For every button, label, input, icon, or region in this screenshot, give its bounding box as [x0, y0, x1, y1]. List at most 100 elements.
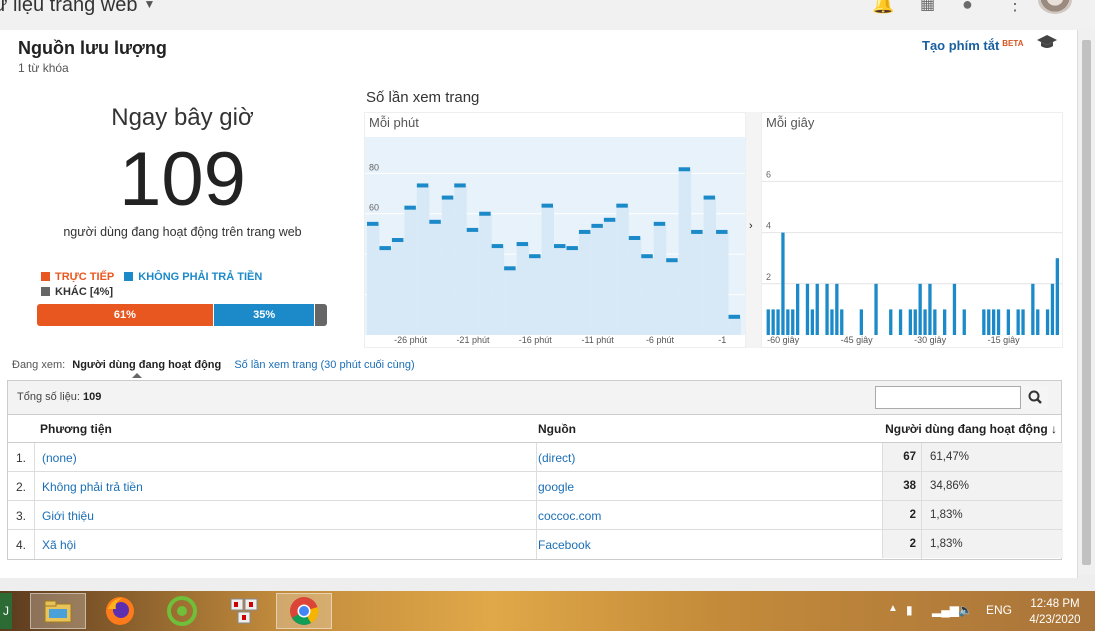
area-segment — [454, 185, 467, 335]
header-source[interactable]: Nguồn — [538, 422, 576, 436]
battery-icon[interactable]: ▮ — [906, 603, 913, 617]
firefox-icon[interactable] — [92, 593, 148, 629]
source-link[interactable]: google — [538, 480, 574, 494]
column-separator — [34, 530, 35, 559]
medium-link[interactable]: (none) — [42, 451, 77, 465]
data-point — [391, 238, 404, 243]
table-row: 1. (none) (direct) 67 61,47% — [8, 443, 1063, 472]
volume-icon[interactable]: 🔈 — [958, 603, 973, 617]
source-link[interactable]: Facebook — [538, 538, 591, 552]
column-separator — [34, 472, 35, 500]
search-input[interactable] — [876, 387, 1019, 408]
area-segment — [628, 237, 642, 335]
per-minute-chart: 20406080-26 phút-21 phút-16 phút-11 phút… — [364, 112, 746, 348]
legend-item-direct: TRỰC TIẾP — [41, 270, 114, 285]
table-row: 3. Giới thiệu coccoc.com 2 1,83% — [8, 501, 1063, 530]
bar — [825, 283, 829, 335]
unikey-icon[interactable] — [216, 593, 272, 629]
view-switcher: Đang xem: Người dùng đang hoạt động Số l… — [12, 359, 415, 371]
file-explorer-icon[interactable] — [30, 593, 86, 629]
property-selector[interactable]: ữ liệu trang web ▼ — [0, 0, 155, 17]
more-vert-icon[interactable]: ⋮ — [1006, 0, 1024, 15]
data-point — [591, 223, 603, 228]
page-scrollbar[interactable] — [1078, 30, 1095, 575]
bar — [1045, 309, 1050, 335]
column-separator — [921, 530, 922, 559]
total-value: 109 — [83, 391, 102, 403]
coccoc-icon[interactable] — [154, 593, 210, 629]
language-indicator[interactable]: ENG — [986, 603, 1012, 617]
page-subtitle: 1 từ khóa — [18, 61, 69, 75]
bar — [982, 309, 986, 335]
area-segment — [429, 221, 442, 335]
data-point — [666, 258, 678, 263]
data-point — [691, 229, 703, 234]
graduation-cap-icon[interactable] — [1036, 34, 1058, 50]
per-minute-label: Mỗi phút — [369, 115, 419, 130]
search-button[interactable] — [1020, 386, 1048, 409]
source-link[interactable]: (direct) — [538, 451, 575, 465]
medium-link[interactable]: Xã hội — [42, 538, 76, 552]
active-users-percent: 1,83% — [930, 538, 963, 550]
area-segment — [379, 248, 392, 335]
area-segment — [566, 248, 579, 335]
total-label: Tổng số liệu: — [17, 391, 80, 403]
data-point — [616, 203, 628, 208]
beta-badge: BETA — [1002, 39, 1024, 48]
avatar[interactable] — [1038, 0, 1072, 14]
scrollbar-thumb[interactable] — [1082, 40, 1091, 565]
taskbar-clock[interactable]: 12:48 PM 4/23/2020 — [1020, 596, 1090, 628]
source-link[interactable]: coccoc.com — [538, 509, 601, 523]
bar — [781, 232, 785, 335]
now-label: Ngay bây giờ — [111, 104, 254, 131]
split-legend: TRỰC TIẾP KHÔNG PHẢI TRẢ TIỀN KHÁC [4%] — [41, 270, 331, 300]
table-body: 1. (none) (direct) 67 61,47% 2. Không phải trả… — [8, 443, 1063, 559]
per-minute-chart-svg: 20406080-26 phút-21 phút-16 phút-11 phút… — [365, 137, 745, 345]
show-hidden-icons-icon[interactable]: ▲ — [888, 603, 898, 614]
active-users-description: người dùng đang hoạt động trên trang web — [63, 225, 302, 239]
tab-pageviews[interactable]: Số lần xem trang (30 phút cuối cùng) — [234, 359, 414, 371]
header-medium[interactable]: Phương tiện — [40, 422, 112, 436]
sources-table: Tổng số liệu: 109 Phương tiện Nguồn Ngườ… — [7, 380, 1063, 560]
create-shortcut-link[interactable]: Tạo phím tắt BETA — [922, 38, 1023, 53]
split-segment: 61% — [37, 304, 214, 326]
bell-icon[interactable]: 🔔 — [872, 0, 894, 15]
shortcut-label: Tạo phím tắt — [922, 38, 1000, 53]
table-search — [875, 386, 1048, 409]
data-point — [628, 235, 641, 240]
row-index: 4. — [16, 538, 27, 552]
y-tick-label: 4 — [766, 221, 771, 231]
apps-grid-icon[interactable]: ▦ — [920, 0, 935, 14]
data-point — [578, 229, 591, 234]
header-active-users[interactable]: Người dùng đang hoạt động ↓ — [885, 422, 1057, 436]
medium-link[interactable]: Không phải trả tiền — [42, 480, 143, 494]
network-icon[interactable]: ▂▄▆ — [932, 603, 959, 617]
area-segment — [479, 213, 492, 335]
sort-desc-icon: ↓ — [1051, 422, 1057, 436]
bar — [859, 309, 863, 335]
bar — [987, 309, 991, 335]
chevron-down-icon: ▼ — [143, 0, 156, 11]
x-tick-label: -45 giây — [841, 335, 874, 345]
bar — [805, 283, 810, 335]
pinned-app-icon[interactable]: J — [0, 593, 12, 629]
tab-active-users[interactable]: Người dùng đang hoạt động — [72, 359, 221, 371]
pageviews-title: Số lần xem trang — [366, 89, 480, 106]
medium-link[interactable]: Giới thiệu — [42, 509, 94, 523]
legend-label: KHÔNG PHẢI TRẢ TIỀN — [138, 271, 263, 283]
y-tick-label: 2 — [766, 272, 771, 282]
data-point — [479, 211, 491, 216]
data-point — [541, 203, 553, 208]
bar — [1021, 309, 1025, 335]
data-point — [404, 205, 416, 210]
legend-label: KHÁC [4%] — [55, 286, 114, 298]
column-separator — [921, 472, 922, 500]
active-users-percent: 61,47% — [930, 451, 970, 463]
help-icon[interactable]: ● — [962, 0, 973, 15]
area-segment — [678, 169, 692, 335]
bar — [992, 309, 996, 335]
chrome-icon[interactable] — [276, 593, 332, 629]
table-header: Phương tiện Nguồn Người dùng đang hoạt đ… — [8, 415, 1061, 443]
x-tick-label: -30 giây — [914, 335, 947, 345]
area-segment — [491, 246, 505, 335]
